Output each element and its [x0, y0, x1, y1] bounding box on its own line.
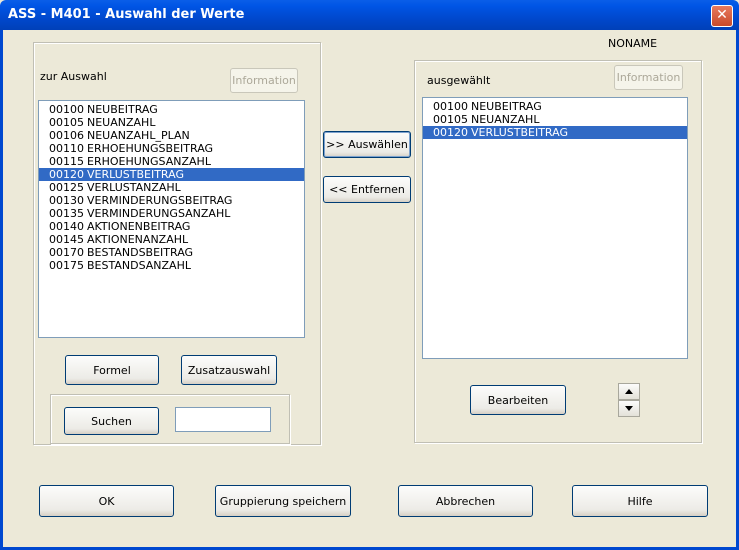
item-code: 00110 — [49, 142, 84, 155]
list-item[interactable]: 00145 AKTIONENANZAHL — [39, 233, 304, 246]
item-name: NEUBEITRAG — [471, 100, 542, 113]
save-grouping-button[interactable]: Gruppierung speichern — [215, 485, 351, 517]
available-label: zur Auswahl — [40, 70, 107, 83]
list-item[interactable]: 00106 NEUANZAHL_PLAN — [39, 129, 304, 142]
ok-button[interactable]: OK — [39, 485, 174, 517]
item-code: 00140 — [49, 220, 84, 233]
list-item[interactable]: 00125 VERLUSTANZAHL — [39, 181, 304, 194]
help-button[interactable]: Hilfe — [572, 485, 708, 517]
noname-label: NONAME — [608, 37, 658, 50]
list-item[interactable]: 00120 VERLUSTBEITRAG — [39, 168, 304, 181]
item-name: VERLUSTBEITRAG — [87, 168, 184, 181]
window-frame-left — [0, 30, 3, 550]
item-name: NEUBEITRAG — [87, 103, 158, 116]
arrow-down-icon — [625, 406, 633, 411]
item-code: 00100 — [433, 100, 468, 113]
item-code: 00100 — [49, 103, 84, 116]
item-name: AKTIONENANZAHL — [87, 233, 189, 246]
selected-label: ausgewählt — [427, 74, 491, 87]
window-title: ASS - M401 - Auswahl der Werte — [8, 7, 245, 22]
search-input[interactable] — [175, 407, 271, 432]
auswaehlen-button[interactable]: >> Auswählen — [323, 131, 411, 158]
item-name: AKTIONENBEITRAG — [87, 220, 191, 233]
item-name: NEUANZAHL — [471, 113, 540, 126]
selected-values-list[interactable]: 00100 NEUBEITRAG 00105 NEUANZAHL 00120 VERLUS… — [422, 97, 688, 359]
list-item[interactable]: 00100 NEUBEITRAG — [423, 100, 687, 113]
list-item[interactable]: 00105 NEUANZAHL — [423, 113, 687, 126]
item-name: BESTANDSANZAHL — [87, 259, 191, 272]
item-name: VERLUSTBEITRAG — [471, 126, 568, 139]
item-code: 00120 — [433, 126, 468, 139]
zusatzauswahl-button[interactable]: Zusatzauswahl — [181, 355, 277, 385]
right-information-button[interactable]: Information — [614, 65, 683, 90]
list-item[interactable]: 00175 BESTANDSANZAHL — [39, 259, 304, 272]
title-bar[interactable]: ASS - M401 - Auswahl der Werte ✕ — [0, 0, 739, 30]
item-code: 00105 — [49, 116, 84, 129]
item-code: 00125 — [49, 181, 84, 194]
item-name: VERMINDERUNGSBEITRAG — [87, 194, 233, 207]
move-down-button[interactable] — [618, 400, 640, 417]
item-code: 00106 — [49, 129, 84, 142]
list-item[interactable]: 00140 AKTIONENBEITRAG — [39, 220, 304, 233]
item-code: 00120 — [49, 168, 84, 181]
entfernen-button[interactable]: << Entfernen — [323, 176, 411, 203]
list-item[interactable]: 00100 NEUBEITRAG — [39, 103, 304, 116]
item-name: ERHOEHUNGSBEITRAG — [87, 142, 214, 155]
item-name: ERHOEHUNGSANZAHL — [87, 155, 211, 168]
arrow-up-icon — [625, 389, 633, 394]
available-values-list[interactable]: 00100 NEUBEITRAG 00105 NEUANZAHL 00106 NEUANZ… — [38, 100, 305, 338]
list-item[interactable]: 00135 VERMINDERUNGSANZAHL — [39, 207, 304, 220]
item-code: 00105 — [433, 113, 468, 126]
item-code: 00130 — [49, 194, 84, 207]
item-code: 00145 — [49, 233, 84, 246]
formel-button[interactable]: Formel — [65, 355, 159, 385]
item-name: BESTANDSBEITRAG — [87, 246, 194, 259]
list-item[interactable]: 00110 ERHOEHUNGSBEITRAG — [39, 142, 304, 155]
item-name: NEUANZAHL_PLAN — [87, 129, 190, 142]
bearbeiten-button[interactable]: Bearbeiten — [470, 385, 566, 415]
item-name: NEUANZAHL — [87, 116, 156, 129]
item-name: VERMINDERUNGSANZAHL — [87, 207, 231, 220]
cancel-button[interactable]: Abbrechen — [398, 485, 533, 517]
list-item[interactable]: 00120 VERLUSTBEITRAG — [423, 126, 687, 139]
close-icon: ✕ — [716, 7, 728, 23]
item-code: 00170 — [49, 246, 84, 259]
move-up-button[interactable] — [618, 383, 640, 400]
list-item[interactable]: 00130 VERMINDERUNGSBEITRAG — [39, 194, 304, 207]
left-information-button[interactable]: Information — [230, 68, 298, 93]
item-code: 00175 — [49, 259, 84, 272]
list-item[interactable]: 00170 BESTANDSBEITRAG — [39, 246, 304, 259]
item-code: 00115 — [49, 155, 84, 168]
suchen-button[interactable]: Suchen — [64, 407, 159, 435]
list-item[interactable]: 00105 NEUANZAHL — [39, 116, 304, 129]
list-item[interactable]: 00115 ERHOEHUNGSANZAHL — [39, 155, 304, 168]
item-name: VERLUSTANZAHL — [87, 181, 181, 194]
close-button[interactable]: ✕ — [711, 5, 733, 27]
item-code: 00135 — [49, 207, 84, 220]
